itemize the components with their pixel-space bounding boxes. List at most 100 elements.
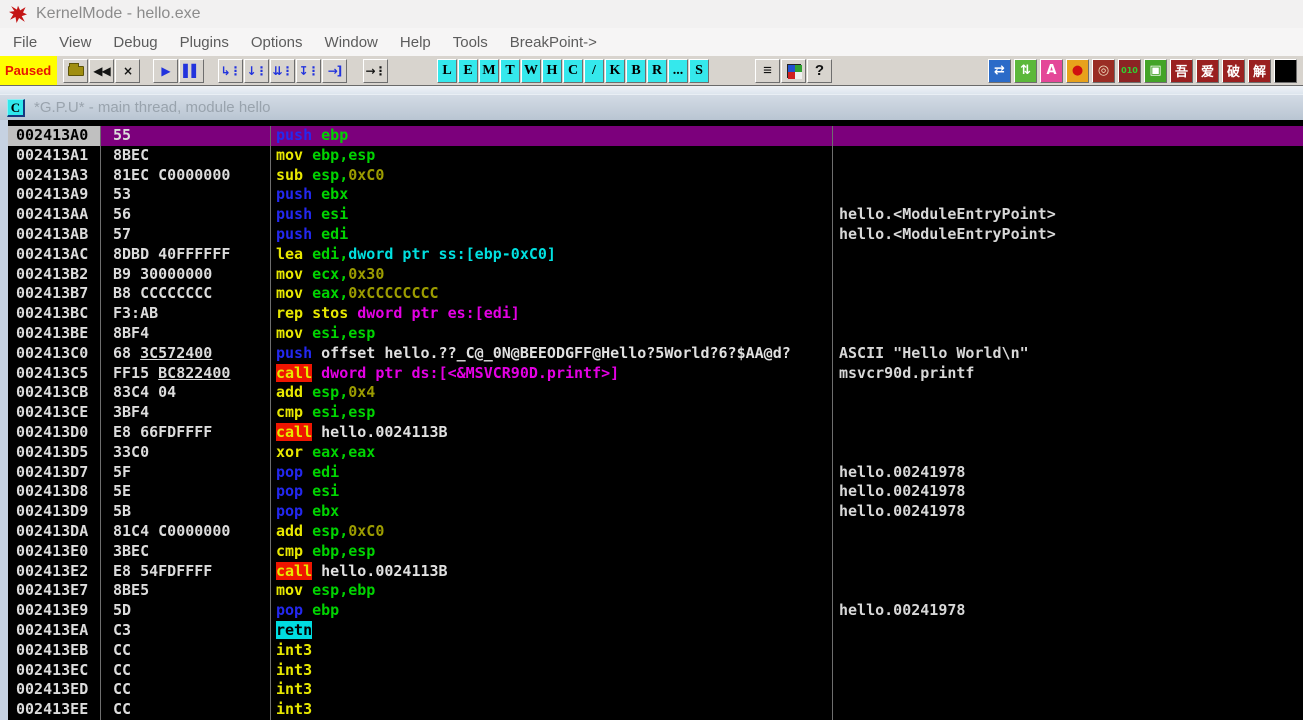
disasm-row[interactable]: 002413D75Fpop edihello.00241978: [8, 463, 1303, 483]
up-down-icon: ⇅: [1020, 63, 1031, 78]
disasm-row[interactable]: 002413DA81C4 C0000000add esp,0xC0: [8, 522, 1303, 542]
trace-button[interactable]: →⋮: [363, 59, 388, 83]
disasm-row[interactable]: 002413CB83C4 04add esp,0x4: [8, 383, 1303, 403]
step-into-button[interactable]: ↳⋮: [218, 59, 243, 83]
disasm-row[interactable]: 002413D95Bpop ebxhello.00241978: [8, 502, 1303, 522]
execute-till-return-button[interactable]: →]: [322, 59, 347, 83]
app-logo-icon: [9, 5, 27, 23]
plugin-jie-button[interactable]: 解: [1248, 59, 1271, 83]
letter-button-h[interactable]: H: [542, 59, 562, 83]
address-cell: 002413BC: [8, 304, 100, 324]
letter-button-e[interactable]: E: [458, 59, 478, 83]
menu-file[interactable]: File: [2, 34, 48, 51]
letter-button-l[interactable]: L: [437, 59, 457, 83]
letter-button-c[interactable]: C: [563, 59, 583, 83]
disasm-row[interactable]: 002413D85Epop esihello.00241978: [8, 482, 1303, 502]
help-button[interactable]: ?: [807, 59, 832, 83]
disasm-row[interactable]: 002413D0E8 66FDFFFFcall hello.0024113B: [8, 423, 1303, 443]
disasm-row[interactable]: 002413EECCint3: [8, 700, 1303, 720]
plugin-a-button[interactable]: A: [1040, 59, 1063, 83]
appearance-button[interactable]: [781, 59, 806, 83]
plugin-record-button[interactable]: ●: [1066, 59, 1089, 83]
animate-over-button[interactable]: ↧⋮: [296, 59, 321, 83]
plugin-po-button[interactable]: 破: [1222, 59, 1245, 83]
comment-cell: [832, 522, 1303, 542]
disasm-row[interactable]: 002413E03BECcmp ebp,esp: [8, 542, 1303, 562]
letter-button-r[interactable]: R: [647, 59, 667, 83]
letter-button-s[interactable]: S: [689, 59, 709, 83]
disasm-row[interactable]: 002413E95Dpop ebphello.00241978: [8, 601, 1303, 621]
menu-breakpoint[interactable]: BreakPoint->: [499, 34, 608, 51]
step-over-button[interactable]: ↓⋮: [244, 59, 269, 83]
disasm-row[interactable]: 002413BCF3:ABrep stos dword ptr es:[edi]: [8, 304, 1303, 324]
step-over-icon: ↓⋮: [246, 65, 266, 77]
close-button[interactable]: ×: [115, 59, 140, 83]
disasm-row[interactable]: 002413A953push ebx: [8, 185, 1303, 205]
comment-cell: [832, 661, 1303, 681]
plugin-window-button[interactable]: ▣: [1144, 59, 1167, 83]
disasm-row[interactable]: 002413EAC3retn: [8, 621, 1303, 641]
address-cell: 002413A0: [8, 126, 100, 146]
disasm-row[interactable]: 002413B7B8 CCCCCCCCmov eax,0xCCCCCCCC: [8, 284, 1303, 304]
comment-cell: hello.00241978: [832, 482, 1303, 502]
menu-window[interactable]: Window: [314, 34, 389, 51]
bytes-cell: 8BEC: [100, 146, 270, 166]
trace-icon: →⋮: [365, 65, 385, 77]
list-icon: ≡: [763, 62, 772, 79]
plugin-pause-button[interactable]: ⇅: [1014, 59, 1037, 83]
disasm-row[interactable]: 002413E2E8 54FDFFFFcall hello.0024113B: [8, 562, 1303, 582]
disasm-row[interactable]: 002413C5FF15 BC822400call dword ptr ds:[…: [8, 364, 1303, 384]
address-cell: 002413A1: [8, 146, 100, 166]
disasm-row[interactable]: 002413A381EC C0000000sub esp,0xC0: [8, 166, 1303, 186]
log-window-button[interactable]: ≡: [755, 59, 780, 83]
disasm-row[interactable]: 002413BE8BF4mov esi,esp: [8, 324, 1303, 344]
open-file-button[interactable]: [63, 59, 88, 83]
disasm-row[interactable]: 002413CE3BF4cmp esi,esp: [8, 403, 1303, 423]
disassembly-view[interactable]: 002413A055push ebp002413A18BECmov ebp,es…: [0, 120, 1303, 720]
letter-button-slash[interactable]: /: [584, 59, 604, 83]
menu-help[interactable]: Help: [389, 34, 442, 51]
menu-debug[interactable]: Debug: [102, 34, 168, 51]
instruction-cell: int3: [270, 700, 832, 720]
address-cell: 002413A3: [8, 166, 100, 186]
letter-button-k[interactable]: K: [605, 59, 625, 83]
instruction-cell: sub esp,0xC0: [270, 166, 832, 186]
instruction-cell: pop ebp: [270, 601, 832, 621]
comment-cell: [832, 126, 1303, 146]
question-icon: ?: [815, 62, 824, 79]
letter-button-m[interactable]: M: [479, 59, 499, 83]
disasm-row[interactable]: 002413AB57push edihello.<ModuleEntryPoin…: [8, 225, 1303, 245]
plugin-black-button[interactable]: [1274, 59, 1297, 83]
menu-view[interactable]: View: [48, 34, 102, 51]
cpu-tab-icon[interactable]: C: [7, 99, 25, 117]
plugin-target-button[interactable]: ◎: [1092, 59, 1115, 83]
disasm-row[interactable]: 002413EBCCint3: [8, 641, 1303, 661]
pause-button[interactable]: ▌▌: [179, 59, 204, 83]
menu-tools[interactable]: Tools: [442, 34, 499, 51]
letter-button-w[interactable]: W: [521, 59, 541, 83]
disasm-row[interactable]: 002413AA56push esihello.<ModuleEntryPoin…: [8, 205, 1303, 225]
plugin-binary-button[interactable]: 010: [1118, 59, 1141, 83]
mdi-child-caption[interactable]: C *G.P.U* - main thread, module hello: [0, 94, 1303, 120]
disasm-row[interactable]: 002413E78BE5mov esp,ebp: [8, 581, 1303, 601]
disasm-row[interactable]: 002413AC8DBD 40FFFFFFlea edi,dword ptr s…: [8, 245, 1303, 265]
disasm-row[interactable]: 002413B2B9 30000000mov ecx,0x30: [8, 265, 1303, 285]
plugin-wu-button[interactable]: 吾: [1170, 59, 1193, 83]
disasm-row[interactable]: 002413EDCCint3: [8, 680, 1303, 700]
disasm-row[interactable]: 002413ECCCint3: [8, 661, 1303, 681]
letter-button-dots[interactable]: ...: [668, 59, 688, 83]
letter-button-t[interactable]: T: [500, 59, 520, 83]
plugin-swap-button[interactable]: ⇄: [988, 59, 1011, 83]
plugin-ai-button[interactable]: 爱: [1196, 59, 1219, 83]
menu-options[interactable]: Options: [240, 34, 314, 51]
letter-button-b[interactable]: B: [626, 59, 646, 83]
run-button[interactable]: ▶: [153, 59, 178, 83]
comment-cell: [832, 680, 1303, 700]
disasm-row[interactable]: 002413C068 3C572400push offset hello.??_…: [8, 344, 1303, 364]
menu-plugins[interactable]: Plugins: [169, 34, 240, 51]
animate-into-button[interactable]: ⇊⋮: [270, 59, 295, 83]
disasm-row[interactable]: 002413A18BECmov ebp,esp: [8, 146, 1303, 166]
disasm-row[interactable]: 002413A055push ebp: [8, 126, 1303, 146]
restart-button[interactable]: ◀◀: [89, 59, 114, 83]
disasm-row[interactable]: 002413D533C0xor eax,eax: [8, 443, 1303, 463]
